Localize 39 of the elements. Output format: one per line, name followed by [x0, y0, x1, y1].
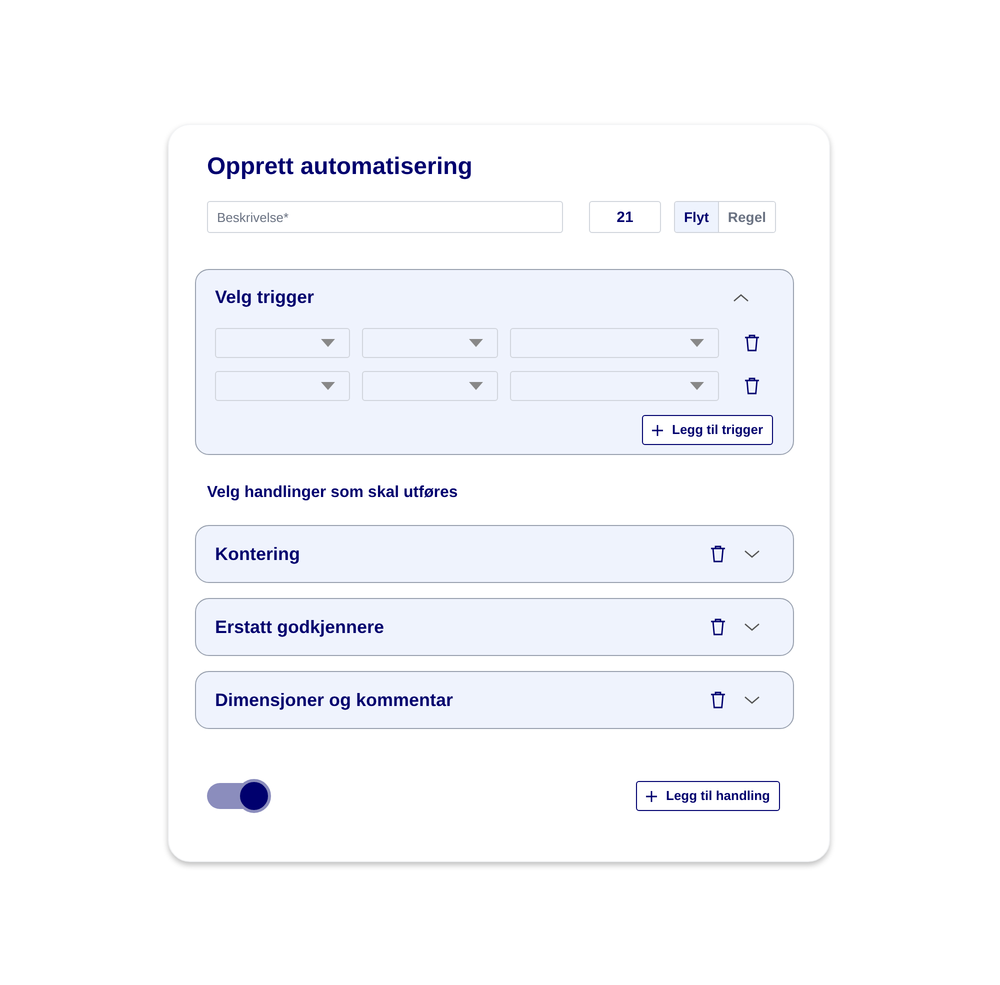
panel-title: Velg trigger [215, 286, 314, 309]
caret-icon [469, 339, 483, 347]
caret-icon [321, 339, 335, 347]
action-panel[interactable]: Dimensjoner og kommentar [195, 671, 794, 729]
chevron-icon[interactable] [744, 695, 760, 705]
dropdown-field[interactable] [215, 371, 350, 401]
caret-icon [469, 382, 483, 390]
dropdown-field[interactable] [510, 371, 719, 401]
number-field[interactable]: 21 [589, 201, 661, 233]
mode-tab[interactable]: Regel [718, 202, 776, 232]
toggle-switch[interactable] [207, 779, 271, 813]
chevron-icon[interactable] [744, 622, 760, 632]
plus-icon [652, 424, 663, 436]
dropdown-field[interactable] [362, 371, 498, 401]
action-panel[interactable]: Kontering [195, 525, 794, 583]
section-heading: Velg handlinger som skal utføres [207, 483, 459, 503]
plus-icon [646, 790, 657, 802]
trash-icon[interactable] [744, 334, 760, 352]
caret-icon [690, 339, 704, 347]
caret-icon [690, 382, 704, 390]
dropdown-field[interactable] [362, 328, 498, 358]
trash-icon[interactable] [710, 691, 726, 709]
mode-tab[interactable]: Flyt [675, 202, 718, 232]
panel-title: Dimensjoner og kommentar [215, 688, 454, 712]
dropdown-field[interactable] [215, 328, 350, 358]
trash-icon[interactable] [710, 618, 726, 636]
add-trigger-button[interactable]: Legg til trigger [642, 415, 773, 445]
caret-icon [321, 382, 335, 390]
action-panel[interactable]: Erstatt godkjennere [195, 598, 794, 656]
trash-icon[interactable] [710, 545, 726, 563]
description-field[interactable]: Beskrivelse* [207, 201, 563, 233]
chevron-icon[interactable] [744, 549, 760, 559]
dropdown-field[interactable] [510, 328, 719, 358]
panel-title: Kontering [215, 542, 301, 566]
add-action-button[interactable]: Legg til handling [636, 781, 780, 811]
panel-title: Erstatt godkjennere [215, 616, 386, 639]
chevron-icon[interactable] [733, 292, 749, 302]
trash-icon[interactable] [744, 377, 760, 395]
dialog-title: Opprett automatisering [207, 152, 474, 182]
